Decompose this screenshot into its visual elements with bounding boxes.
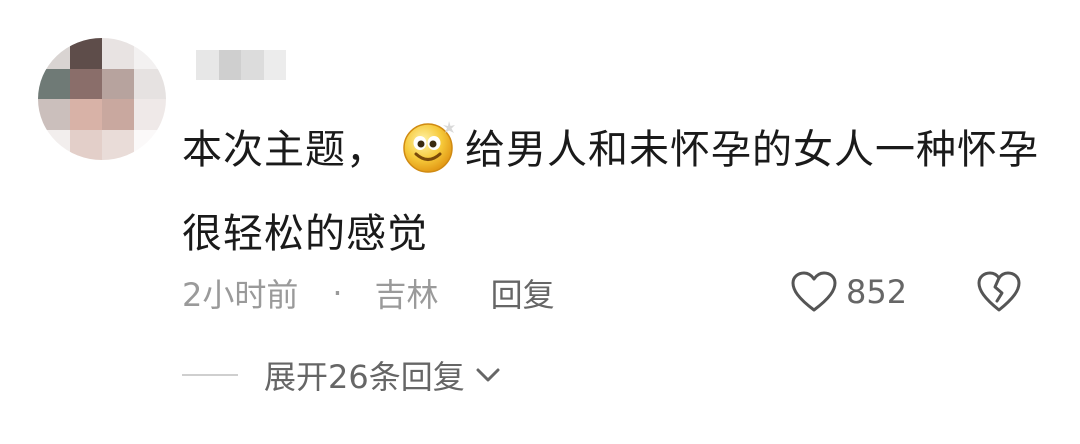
- timestamp: 2小时前: [182, 276, 299, 314]
- comment-text: 本次主题， 给男人和未怀孕的女人一种怀孕很轻松的感觉: [182, 108, 1042, 276]
- like-count: 852: [846, 273, 908, 311]
- heart-outline-icon: [791, 271, 837, 312]
- comment-meta: 2小时前 · 吉林 回复: [182, 270, 555, 316]
- username-blurred[interactable]: [196, 50, 286, 80]
- avatar[interactable]: [38, 38, 166, 160]
- expand-replies-button[interactable]: 展开26条回复: [182, 352, 501, 398]
- chevron-down-icon: [476, 368, 500, 382]
- separator: ·: [332, 274, 343, 312]
- like-button[interactable]: 852: [790, 268, 907, 316]
- divider-line: [182, 374, 238, 376]
- dislike-button[interactable]: [976, 270, 1022, 316]
- location: 吉林: [374, 276, 439, 314]
- reply-button[interactable]: 回复: [491, 270, 555, 316]
- smiley-sparkle-icon: [401, 117, 459, 175]
- comment-text-part1: 本次主题，: [182, 127, 387, 173]
- expand-replies-label: 展开26条回复: [264, 358, 465, 396]
- broken-heart-icon: [977, 271, 1021, 312]
